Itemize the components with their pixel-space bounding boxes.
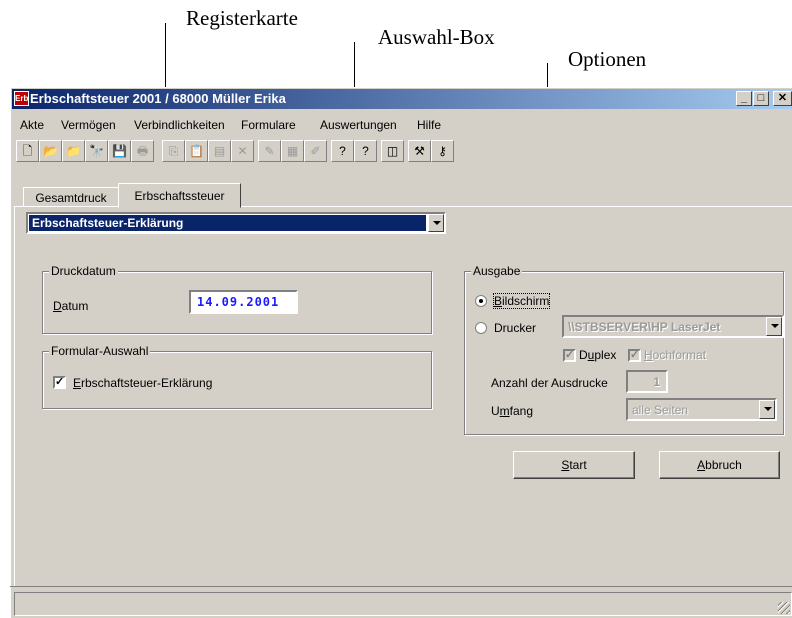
- stamp-icon[interactable]: ✎: [258, 140, 281, 162]
- anzahl-input[interactable]: 1: [626, 370, 668, 393]
- printer-select[interactable]: \\STBSERVER\HP LaserJet: [562, 315, 784, 338]
- formular-auswahl-legend: Formular-Auswahl: [49, 344, 151, 358]
- search-binoculars-icon[interactable]: 🔭: [85, 140, 108, 162]
- bildschirm-radio[interactable]: [475, 295, 487, 307]
- start-button[interactable]: Start: [513, 451, 635, 479]
- copy-icon[interactable]: ⎘: [162, 140, 185, 162]
- form-select-dropdown-button[interactable]: [428, 214, 444, 232]
- new-document-icon[interactable]: 🗋: [16, 140, 39, 162]
- hochformat-label: Hochformat: [644, 348, 707, 362]
- bildschirm-label: Bildschirm: [492, 293, 551, 309]
- status-divider: [10, 586, 792, 587]
- app-icon[interactable]: Erb: [14, 91, 29, 106]
- druckdatum-legend: Druckdatum: [49, 264, 118, 278]
- window-title: Erbschaftsteuer 2001 / 68000 Müller Erik…: [30, 91, 286, 106]
- maximize-button[interactable]: □: [753, 91, 769, 106]
- edit-document-icon[interactable]: ✐: [304, 140, 327, 162]
- anzahl-label: Anzahl der Ausdrucke: [491, 376, 608, 390]
- hochformat-checkbox[interactable]: ✓: [628, 349, 641, 362]
- close-button[interactable]: ✕: [773, 91, 792, 106]
- save-icon[interactable]: 💾: [108, 140, 131, 162]
- printer-select-dropdown-button[interactable]: [766, 317, 782, 336]
- form-icon[interactable]: ▤: [208, 140, 231, 162]
- minimize-button[interactable]: _: [736, 91, 752, 106]
- duplex-checkbox[interactable]: ✓: [563, 349, 576, 362]
- umfang-select[interactable]: alle Seiten: [626, 398, 777, 421]
- umfang-label: Umfang: [491, 404, 534, 418]
- erbschaftsteuer-checkbox-label: Erbschaftsteuer-Erklärung: [73, 376, 213, 390]
- printer-select-value: \\STBSERVER\HP LaserJet: [568, 320, 721, 334]
- menu-formulare[interactable]: Formulare: [241, 118, 296, 132]
- anzahl-value: 1: [653, 375, 660, 389]
- callout-auswahl-box: Auswahl-Box: [378, 25, 495, 49]
- erbschaftsteuer-checkbox[interactable]: ✓: [53, 376, 66, 389]
- help-icon[interactable]: ?: [354, 140, 377, 162]
- datum-label: Datum: [53, 299, 89, 313]
- print-icon[interactable]: 🖶: [131, 140, 154, 162]
- resize-grip-icon[interactable]: [778, 602, 790, 614]
- paste-icon[interactable]: 📋: [185, 140, 208, 162]
- drucker-radio[interactable]: [475, 322, 487, 334]
- menu-akte[interactable]: Akte: [20, 118, 44, 132]
- status-bar: [14, 592, 792, 616]
- datum-value: 14.09.2001: [197, 295, 280, 309]
- tab-gesamtdruck[interactable]: Gesamtdruck: [23, 187, 119, 207]
- window-icon[interactable]: ◫: [381, 140, 404, 162]
- menu-hilfe[interactable]: Hilfe: [417, 118, 441, 132]
- datum-input[interactable]: 14.09.2001: [189, 290, 298, 314]
- folder-icon[interactable]: 📁: [62, 140, 85, 162]
- menu-vermoegen[interactable]: Vermögen: [61, 118, 116, 132]
- delete-icon[interactable]: ✕: [231, 140, 254, 162]
- form-select-value: Erbschaftsteuer-Erklärung: [32, 216, 184, 230]
- menu-verbindlichkeiten[interactable]: Verbindlichkeiten: [134, 118, 225, 132]
- open-folder-icon[interactable]: 📂: [39, 140, 62, 162]
- ausgabe-legend: Ausgabe: [471, 264, 523, 278]
- key-icon[interactable]: ⚷: [431, 140, 454, 162]
- form-select[interactable]: Erbschaftsteuer-Erklärung: [26, 212, 446, 234]
- abbruch-button[interactable]: Abbruch: [659, 451, 780, 479]
- duplex-label: Duplex: [579, 348, 617, 362]
- callout-registerkarte: Registerkarte: [186, 6, 298, 30]
- tab-erbschaftssteuer[interactable]: Erbschaftssteuer: [118, 183, 241, 208]
- drucker-label: Drucker: [494, 321, 537, 335]
- umfang-select-dropdown-button[interactable]: [759, 400, 775, 419]
- umfang-value: alle Seiten: [632, 403, 689, 417]
- tools-icon[interactable]: ⚒: [408, 140, 431, 162]
- document-list-icon[interactable]: ▦: [281, 140, 304, 162]
- callout-optionen: Optionen: [568, 47, 647, 71]
- context-help-icon[interactable]: ?: [331, 140, 354, 162]
- menu-auswertungen[interactable]: Auswertungen: [320, 118, 397, 132]
